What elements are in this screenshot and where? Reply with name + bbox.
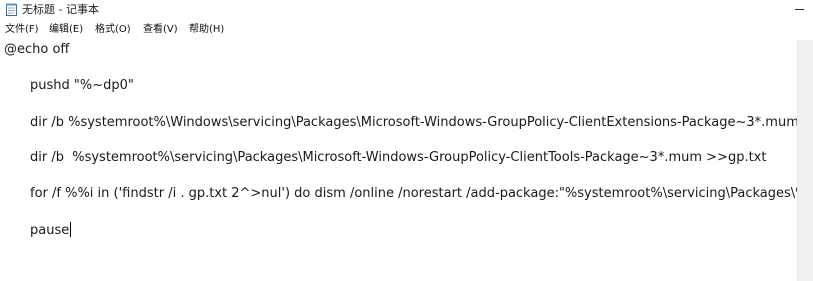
notepad-icon	[6, 3, 17, 16]
text-editor[interactable]: @echo off pushd "%~dp0" dir /b %systemro…	[0, 40, 797, 281]
menu-edit[interactable]: 编辑(E)	[48, 23, 84, 37]
menu-view[interactable]: 查看(V)	[142, 23, 179, 37]
menu-format[interactable]: 格式(O)	[94, 23, 132, 37]
editor-line-6: pause	[30, 222, 72, 239]
editor-line-2: pushd "%~dp0"	[30, 78, 134, 93]
window-title: 无标题 - 记事本	[22, 3, 99, 16]
editor-line-6-text: pause	[30, 223, 70, 238]
minimize-icon[interactable]	[785, 0, 813, 18]
editor-line-4: dir /b %systemroot%\servicing\Packages\M…	[30, 150, 767, 165]
vertical-scrollbar[interactable]	[797, 40, 813, 281]
notepad-window: 无标题 - 记事本 文件(F) 编辑(E) 格式(O) 查看(V) 帮助(H) …	[0, 0, 813, 281]
menu-file[interactable]: 文件(F)	[4, 23, 40, 37]
text-caret	[70, 222, 72, 237]
editor-line-1: @echo off	[4, 42, 70, 57]
menu-bar: 文件(F) 编辑(E) 格式(O) 查看(V) 帮助(H)	[0, 21, 813, 39]
menu-help[interactable]: 帮助(H)	[188, 23, 225, 37]
editor-line-3: dir /b %systemroot%\Windows\servicing\Pa…	[30, 115, 797, 130]
title-bar[interactable]: 无标题 - 记事本	[0, 0, 813, 20]
editor-line-5: for /f %%i in ('findstr /i . gp.txt 2^>n…	[30, 186, 797, 201]
